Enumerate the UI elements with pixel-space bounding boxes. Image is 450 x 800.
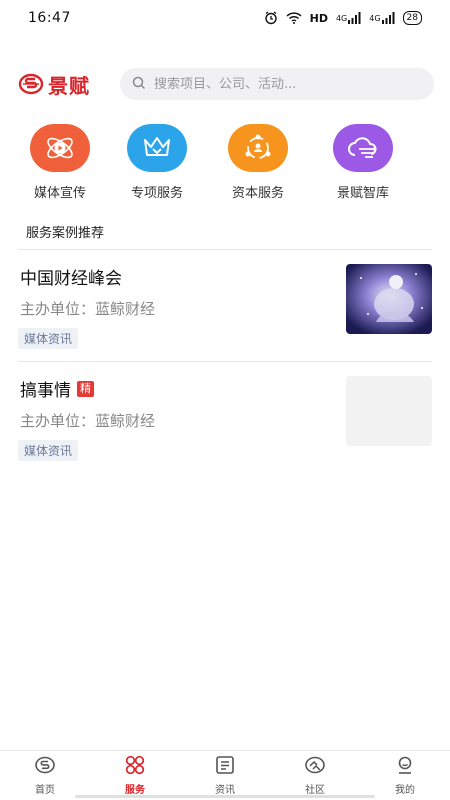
- app-logo: 景赋: [18, 70, 120, 99]
- nav-label: 社区: [305, 785, 325, 796]
- search-input[interactable]: [154, 76, 422, 92]
- signal-icon: 4G: [336, 12, 361, 24]
- status-bar: 16:47 HD 4G 4G 28: [0, 0, 450, 36]
- community-icon: [304, 755, 326, 779]
- news-icon: [215, 755, 235, 779]
- category-capital[interactable]: 资本服务: [213, 124, 303, 201]
- category-label: 景赋智库: [336, 186, 389, 201]
- search-icon: [132, 75, 146, 94]
- nav-community[interactable]: 社区: [270, 751, 360, 800]
- nav-label: 我的: [395, 785, 415, 796]
- category-media[interactable]: 媒体宣传: [15, 124, 105, 201]
- nav-news[interactable]: 资讯: [180, 751, 270, 800]
- case-organizer: 主办单位：蓝鲸财经: [20, 300, 156, 318]
- category-grid: 媒体宣传 专项服务 资本服务 景赋智库: [0, 124, 450, 204]
- case-tag[interactable]: 媒体资讯: [18, 328, 79, 349]
- wifi-icon: [286, 12, 302, 24]
- case-title-text: 中国财经峰会: [20, 269, 122, 289]
- category-special[interactable]: 专项服务: [112, 124, 202, 201]
- case-organizer: 主办单位：蓝鲸财经: [20, 412, 156, 430]
- status-icons: HD 4G 4G 28: [264, 11, 422, 25]
- category-label: 资本服务: [231, 186, 284, 201]
- logo-text: 景赋: [48, 73, 90, 98]
- divider: [18, 361, 432, 362]
- case-thumbnail-placeholder: [346, 376, 432, 446]
- status-time: 16:47: [28, 10, 71, 26]
- category-label: 媒体宣传: [33, 186, 86, 201]
- nav-home[interactable]: 首页: [0, 751, 90, 800]
- signal-label-2: 4G: [369, 13, 381, 23]
- logo-icon: [18, 73, 44, 95]
- bottom-nav: 首页 服务 资讯 社区 我的: [0, 750, 450, 800]
- featured-badge: 精: [77, 380, 94, 397]
- category-thinktank[interactable]: 景赋智库: [318, 124, 408, 201]
- grid-icon: [124, 755, 146, 779]
- profile-icon: [395, 755, 415, 779]
- case-title-text: 搞事情: [20, 381, 71, 401]
- case-thumbnail: [346, 264, 432, 334]
- nav-label: 服务: [125, 785, 145, 796]
- case-tag[interactable]: 媒体资讯: [18, 440, 79, 461]
- header: 景赋: [0, 66, 450, 102]
- case-card[interactable]: 搞事情 精 主办单位：蓝鲸财经 媒体资讯: [18, 376, 432, 476]
- crown-icon: [127, 124, 187, 172]
- network-type: HD: [309, 11, 328, 25]
- nav-service[interactable]: 服务: [90, 751, 180, 800]
- home-indicator[interactable]: [75, 795, 375, 798]
- signal-icon-2: 4G: [369, 12, 395, 24]
- media-play-icon: [30, 124, 90, 172]
- case-title: 搞事情 精: [20, 376, 94, 401]
- case-title: 中国财经峰会: [20, 264, 122, 289]
- category-label: 专项服务: [130, 186, 183, 201]
- home-logo-icon: [34, 755, 56, 779]
- divider: [18, 249, 432, 250]
- case-card[interactable]: 中国财经峰会 主办单位：蓝鲸财经 媒体资讯: [18, 264, 432, 364]
- nav-label: 首页: [35, 785, 55, 796]
- signal-label: 4G: [335, 13, 348, 23]
- cloud-icon: [333, 124, 393, 172]
- battery-icon: 28: [402, 11, 422, 25]
- search-bar[interactable]: [120, 68, 434, 100]
- nav-label: 资讯: [215, 785, 235, 796]
- section-title: 服务案例推荐: [26, 226, 105, 241]
- alarm-icon: [264, 11, 278, 25]
- nav-profile[interactable]: 我的: [360, 751, 450, 800]
- share-network-icon: [228, 124, 288, 172]
